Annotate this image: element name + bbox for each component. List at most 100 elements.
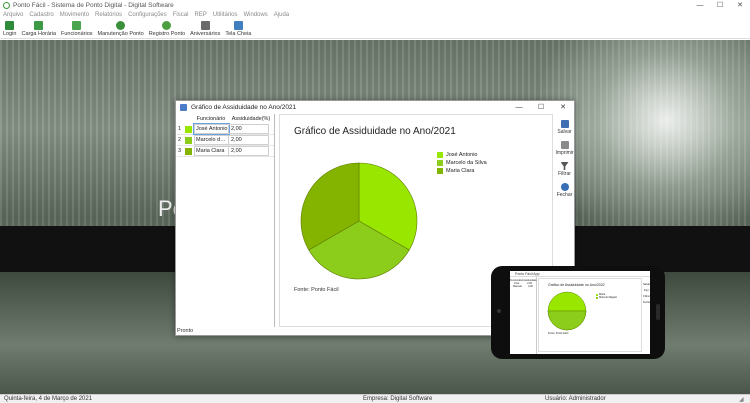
employee-grid: Funcionário Assiduidade(%) 1 José Antoni… — [177, 114, 275, 327]
status-company: Empresa: Digital Software — [363, 396, 433, 402]
phone-grid-row: Marcelo 2,00 — [513, 285, 533, 288]
phone-home-button — [656, 304, 660, 320]
birthday-icon — [200, 21, 210, 30]
legend-label: Maria Clara — [446, 168, 475, 174]
menu-relatorios[interactable]: Relatórios — [95, 11, 122, 20]
phone-screen: Ponto Fácil App Funcionário Assiduidade … — [510, 271, 651, 354]
tela-cheia-button[interactable]: Tela Cheia — [225, 20, 251, 38]
phone-pie-chart — [547, 291, 587, 331]
close-chart-button[interactable]: Fechar — [554, 183, 575, 198]
attendance-value[interactable]: 2,00 — [229, 124, 269, 134]
close-icon — [560, 183, 569, 191]
menu-configuracoes[interactable]: Configurações — [128, 11, 167, 20]
menu-utilitarios[interactable]: Utilitários — [213, 11, 238, 20]
phone-chart-panel: Gráfico de Assiduidade no Ano/2022 Maria… — [538, 278, 642, 352]
table-row[interactable]: 2 Marcelo da Silva 2,00 — [177, 135, 274, 146]
title-bar: Ponto Fácil - Sistema de Ponto Digital -… — [0, 0, 750, 11]
manutencao-ponto-button[interactable]: Manutenção Ponto — [98, 20, 144, 38]
close-button[interactable]: ✕ — [730, 0, 750, 11]
header-assiduidade[interactable]: Assiduidade(%) — [230, 114, 272, 124]
phone-app-body: Funcionário Assiduidade José 2,00 Marcel… — [510, 277, 651, 354]
login-icon — [5, 21, 15, 30]
table-row[interactable]: 3 Maria Clara 2,00 — [177, 146, 274, 157]
chart-window-icon — [180, 103, 187, 111]
table-row[interactable]: 1 José Antonio 2,00 — [177, 123, 274, 135]
save-icon — [560, 120, 569, 128]
clock-register-icon — [162, 21, 172, 30]
menu-rep[interactable]: REP — [194, 11, 206, 20]
schedule-icon — [34, 21, 44, 30]
menu-arquivo[interactable]: Arquivo — [3, 11, 23, 20]
legend-swatch — [437, 152, 443, 158]
minimize-button[interactable]: — — [690, 0, 710, 11]
color-swatch — [185, 147, 192, 155]
menu-movimento[interactable]: Movimento — [60, 11, 89, 20]
phone-actions: Salvar Impr. Filtrar Fechar — [643, 280, 651, 304]
legend-swatch — [437, 160, 443, 166]
chart-window-titlebar: Gráfico de Assiduidade no Ano/2021 — ☐ ✕ — [176, 101, 574, 113]
menu-bar: Arquivo Cadastro Movimento Relatórios Co… — [0, 11, 750, 20]
row-number: 2 — [177, 137, 182, 143]
chart-window-maximize-button[interactable]: ☐ — [530, 103, 552, 111]
phone-legend-item: Marcelo Magaro — [596, 296, 617, 299]
employee-name[interactable]: José Antonio — [193, 123, 230, 135]
window-controls: — ☐ ✕ — [690, 0, 750, 11]
chart-source: Fonte: Ponto Fácil — [294, 287, 339, 293]
phone-grid: Funcionário Assiduidade José 2,00 Marcel… — [510, 277, 537, 354]
menu-fiscal[interactable]: Fiscal — [173, 11, 189, 20]
legend-item: José Antonio — [437, 151, 487, 159]
phone-mockup: Ponto Fácil App Funcionário Assiduidade … — [491, 266, 665, 359]
chart-window-status: Pronto — [177, 328, 194, 334]
chart-window-title: Gráfico de Assiduidade no Ano/2021 — [191, 103, 297, 111]
legend-label: José Antonio — [446, 152, 478, 158]
attendance-value[interactable]: 2,00 — [229, 146, 269, 156]
attendance-value[interactable]: 2,00 — [229, 135, 269, 145]
toolbar: Login Carga Horária Funcionários Manuten… — [0, 20, 750, 39]
employees-icon — [72, 21, 82, 30]
phone-print-button[interactable]: Impr. — [643, 289, 650, 292]
maintenance-icon — [116, 21, 126, 30]
status-date: Quinta-feira, 4 de Março de 2021 — [4, 396, 93, 402]
aniversarios-button[interactable]: Aniversários — [190, 20, 220, 38]
menu-cadastro[interactable]: Cadastro — [29, 11, 53, 20]
chart-legend: José Antonio Marcelo da Silva Maria Clar… — [437, 151, 487, 175]
menu-windows[interactable]: Windows — [243, 11, 267, 20]
maximize-button[interactable]: ☐ — [710, 0, 730, 11]
grid-header: Funcionário Assiduidade(%) — [177, 114, 274, 124]
row-number: 1 — [177, 126, 182, 132]
chart-window-minimize-button[interactable]: — — [508, 104, 530, 111]
save-button[interactable]: Salvar — [554, 120, 575, 135]
row-number: 3 — [177, 148, 182, 154]
phone-chart-source: Fonte: Ponto Fácil — [548, 332, 569, 335]
status-user: Usuário: Administrador — [545, 396, 606, 402]
header-funcionario[interactable]: Funcionário — [192, 114, 230, 124]
registro-ponto-button[interactable]: Registro Ponto — [149, 20, 185, 38]
login-button[interactable]: Login — [3, 20, 16, 38]
legend-item: Maria Clara — [437, 167, 487, 175]
employee-name[interactable]: Marcelo da Silva — [194, 135, 229, 145]
legend-item: Marcelo da Silva — [437, 159, 487, 167]
app-logo-icon — [3, 2, 10, 9]
menu-ajuda[interactable]: Ajuda — [274, 11, 289, 20]
carga-horaria-button[interactable]: Carga Horária — [21, 20, 56, 38]
filter-icon — [560, 162, 569, 170]
chart-window-close-button[interactable]: ✕ — [552, 103, 574, 111]
phone-filter-button[interactable]: Filtrar — [643, 295, 650, 298]
status-bar: Quinta-feira, 4 de Março de 2021 Empresa… — [0, 394, 750, 403]
filter-button[interactable]: Filtrar — [554, 162, 575, 177]
window-title: Ponto Fácil - Sistema de Ponto Digital -… — [13, 2, 174, 9]
printer-icon — [560, 141, 569, 149]
phone-chart-legend: Maria Marcelo Magaro — [596, 293, 617, 299]
legend-label: Marcelo da Silva — [446, 160, 487, 166]
funcionarios-button[interactable]: Funcionários — [61, 20, 93, 38]
phone-close-button[interactable]: Fechar — [643, 301, 651, 304]
color-swatch — [185, 125, 192, 133]
fullscreen-icon — [233, 21, 243, 30]
phone-save-button[interactable]: Salvar — [643, 283, 650, 286]
employee-name[interactable]: Maria Clara — [194, 146, 229, 156]
phone-camera — [497, 309, 501, 313]
resize-grip-icon: ◢ — [739, 397, 744, 403]
print-button[interactable]: Imprimir — [554, 141, 575, 156]
legend-swatch — [437, 168, 443, 174]
color-swatch — [185, 136, 192, 144]
